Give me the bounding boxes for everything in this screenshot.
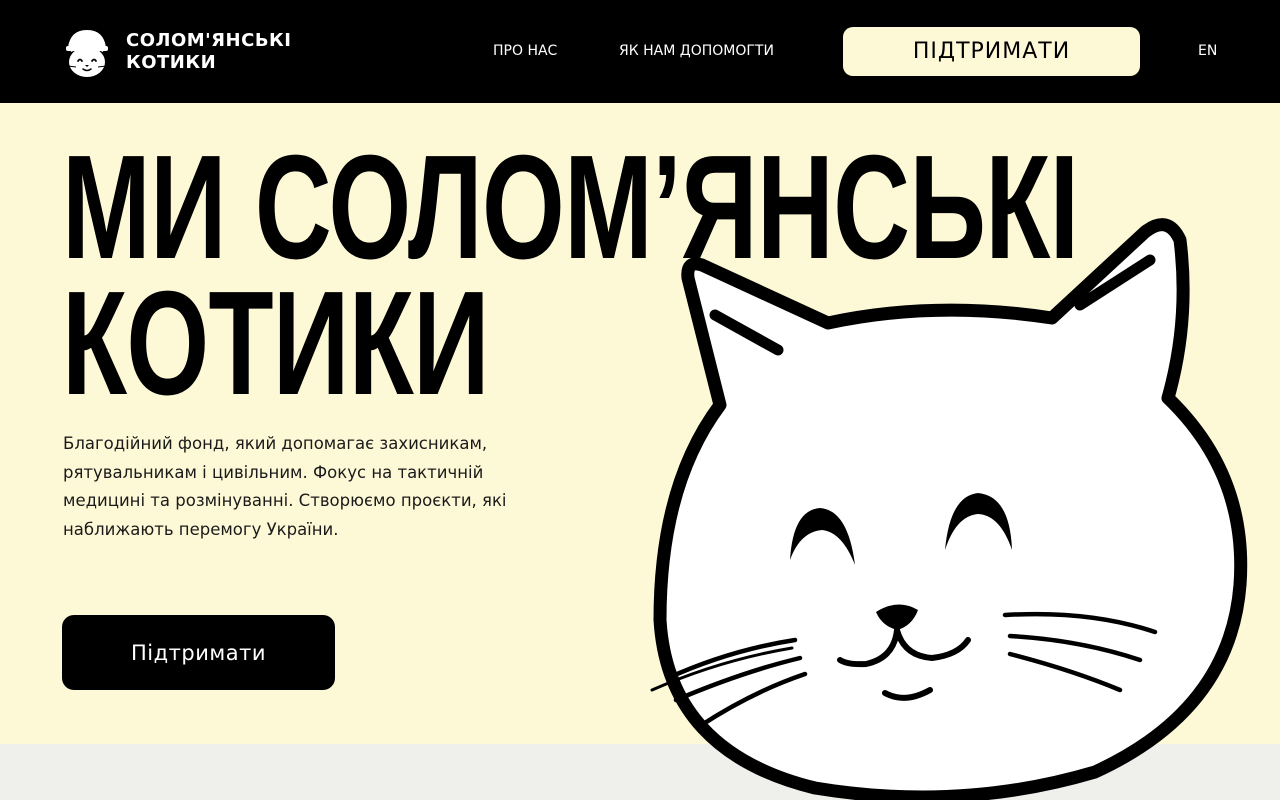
hero-support-button[interactable]: Підтримати <box>62 615 335 690</box>
logo-text: СОЛОМ'ЯНСЬКІ КОТИКИ <box>126 30 296 74</box>
language-switch-link[interactable]: EN <box>1198 42 1217 60</box>
smiling-cat-illustration <box>650 218 1248 800</box>
logo-text-line1: СОЛОМ'ЯНСЬКІ <box>126 30 292 51</box>
nav-how-to-help-link[interactable]: ЯК НАМ ДОПОМОГТИ <box>619 42 774 60</box>
logo-link[interactable]: СОЛОМ'ЯНСЬКІ КОТИКИ <box>62 26 296 78</box>
header-support-button[interactable]: ПІДТРИМАТИ <box>843 27 1140 76</box>
logo-text-line2: КОТИКИ <box>126 52 217 73</box>
site-header: СОЛОМ'ЯНСЬКІ КОТИКИ ПРО НАС ЯК НАМ ДОПОМ… <box>0 0 1280 103</box>
hero-description: Благодійний фонд, який допомагає захисни… <box>63 434 507 539</box>
cat-helmet-logo-icon <box>66 30 108 77</box>
nav-about-link[interactable]: ПРО НАС <box>493 42 557 60</box>
